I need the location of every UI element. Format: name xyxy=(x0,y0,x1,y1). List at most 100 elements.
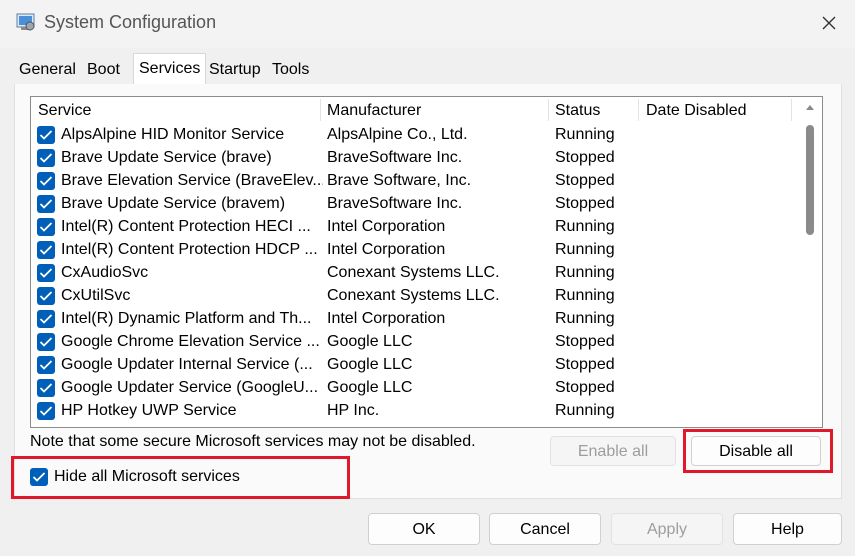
service-checkbox[interactable] xyxy=(37,287,55,305)
service-status: Stopped xyxy=(555,149,615,166)
service-manufacturer: Conexant Systems LLC. xyxy=(327,287,500,304)
tab-services[interactable]: Services xyxy=(133,53,207,85)
table-row[interactable]: Brave Elevation Service (BraveElev... Bra… xyxy=(31,170,801,193)
service-name: AlpsAlpine HID Monitor Service xyxy=(61,126,285,143)
service-name: Google Updater Service (GoogleU... xyxy=(61,379,319,396)
column-service[interactable]: Service xyxy=(38,102,91,120)
checkmark-icon xyxy=(39,268,53,278)
tab-boot[interactable]: Boot xyxy=(82,55,125,85)
service-status: Running xyxy=(555,310,615,327)
table-row[interactable]: Google Updater Internal Service (... Goog… xyxy=(31,354,801,377)
service-checkbox[interactable] xyxy=(37,126,55,144)
service-manufacturer: Google LLC xyxy=(327,333,413,350)
checkmark-icon xyxy=(39,245,53,255)
services-list[interactable]: Service Manufacturer Status Date Disable… xyxy=(30,96,823,428)
checkmark-icon xyxy=(39,176,53,186)
service-name: Intel(R) Content Protection HECI ... xyxy=(61,218,311,235)
checkmark-icon xyxy=(39,291,53,301)
scrollbar-thumb[interactable] xyxy=(806,125,814,235)
vertical-scrollbar[interactable] xyxy=(802,99,818,425)
apply-button[interactable]: Apply xyxy=(611,513,723,545)
service-checkbox[interactable] xyxy=(37,379,55,397)
service-manufacturer: BraveSoftware Inc. xyxy=(327,195,463,212)
disable-all-highlight xyxy=(683,429,833,473)
table-row[interactable]: CxUtilSvc Conexant Systems LLC. Running xyxy=(31,285,801,308)
service-checkbox[interactable] xyxy=(37,172,55,190)
service-checkbox[interactable] xyxy=(37,149,55,167)
service-manufacturer: AlpsAlpine Co., Ltd. xyxy=(327,126,468,143)
msconfig-icon xyxy=(15,11,37,33)
service-status: Stopped xyxy=(555,356,615,373)
service-checkbox[interactable] xyxy=(37,356,55,374)
table-row[interactable]: Google Chrome Elevation Service ... Googl… xyxy=(31,331,801,354)
service-checkbox[interactable] xyxy=(37,264,55,282)
service-checkbox[interactable] xyxy=(37,241,55,259)
table-row[interactable]: HP Hotkey UWP Service HP Inc. Running xyxy=(31,400,801,423)
enable-all-button[interactable]: Enable all xyxy=(550,436,676,466)
scroll-up-icon[interactable] xyxy=(806,105,814,110)
service-status: Running xyxy=(555,218,615,235)
help-button[interactable]: Help xyxy=(733,513,842,545)
checkmark-icon xyxy=(39,130,53,140)
checkmark-icon xyxy=(39,153,53,163)
checkmark-icon xyxy=(39,314,53,324)
service-name: HP Hotkey UWP Service xyxy=(61,402,237,419)
service-checkbox[interactable] xyxy=(37,402,55,420)
table-row[interactable]: Intel(R) Content Protection HECI ... Inte… xyxy=(31,216,801,239)
service-status: Running xyxy=(555,402,615,419)
service-name: Brave Elevation Service (BraveElev... xyxy=(61,172,323,189)
table-row[interactable]: Brave Update Service (brave) BraveSoftwar… xyxy=(31,147,801,170)
service-manufacturer: Intel Corporation xyxy=(327,310,446,327)
service-status: Running xyxy=(555,241,615,258)
tab-general[interactable]: General xyxy=(14,55,81,85)
service-manufacturer: Google LLC xyxy=(327,356,413,373)
note-text: Note that some secure Microsoft services… xyxy=(30,433,476,450)
service-status: Running xyxy=(555,126,615,143)
close-button[interactable] xyxy=(810,8,848,38)
service-name: Brave Update Service (bravem) xyxy=(61,195,286,212)
service-manufacturer: Google LLC xyxy=(327,379,413,396)
table-row[interactable]: Intel(R) Content Protection HDCP ... Inte… xyxy=(31,239,801,262)
service-status: Running xyxy=(555,264,615,281)
service-name: Google Chrome Elevation Service ... xyxy=(61,333,320,350)
service-name: Brave Update Service (brave) xyxy=(61,149,272,166)
service-manufacturer: Intel Corporation xyxy=(327,241,446,258)
service-manufacturer: BraveSoftware Inc. xyxy=(327,149,463,166)
tab-startup[interactable]: Startup xyxy=(204,55,266,85)
service-status: Stopped xyxy=(555,195,615,212)
hide-ms-highlight xyxy=(11,456,350,499)
table-row[interactable]: Intel(R) Dynamic Platform and Th... Intel… xyxy=(31,308,801,331)
service-name: CxAudioSvc xyxy=(61,264,149,281)
column-divider xyxy=(791,99,792,121)
service-manufacturer: Brave Software, Inc. xyxy=(327,172,472,189)
column-divider xyxy=(548,99,549,121)
ok-button[interactable]: OK xyxy=(368,513,480,545)
title-bar: System Configuration xyxy=(0,0,855,48)
window-title: System Configuration xyxy=(44,12,217,32)
table-row[interactable]: CxAudioSvc Conexant Systems LLC. Running xyxy=(31,262,801,285)
column-manufacturer[interactable]: Manufacturer xyxy=(327,102,421,120)
column-date-disabled[interactable]: Date Disabled xyxy=(646,102,747,120)
tab-tools[interactable]: Tools xyxy=(267,55,314,85)
service-manufacturer: Conexant Systems LLC. xyxy=(327,264,500,281)
table-row[interactable]: Brave Update Service (bravem) BraveSoftwa… xyxy=(31,193,801,216)
checkmark-icon xyxy=(39,337,53,347)
service-checkbox[interactable] xyxy=(37,333,55,351)
column-divider xyxy=(320,99,321,121)
service-name: Intel(R) Dynamic Platform and Th... xyxy=(61,310,312,327)
service-checkbox[interactable] xyxy=(37,195,55,213)
service-name: Google Updater Internal Service (... xyxy=(61,356,313,373)
checkmark-icon xyxy=(39,406,53,416)
service-name: CxUtilSvc xyxy=(61,287,131,304)
service-checkbox[interactable] xyxy=(37,310,55,328)
service-name: Intel(R) Content Protection HDCP ... xyxy=(61,241,318,258)
service-manufacturer: HP Inc. xyxy=(327,402,380,419)
table-row[interactable]: AlpsAlpine HID Monitor Service AlpsAlpine… xyxy=(31,124,801,147)
service-status: Stopped xyxy=(555,333,615,350)
column-divider xyxy=(638,99,639,121)
table-row[interactable]: Google Updater Service (GoogleU... Google… xyxy=(31,377,801,400)
service-status: Stopped xyxy=(555,379,615,396)
column-status[interactable]: Status xyxy=(555,102,600,120)
cancel-button[interactable]: Cancel xyxy=(489,513,601,545)
service-checkbox[interactable] xyxy=(37,218,55,236)
